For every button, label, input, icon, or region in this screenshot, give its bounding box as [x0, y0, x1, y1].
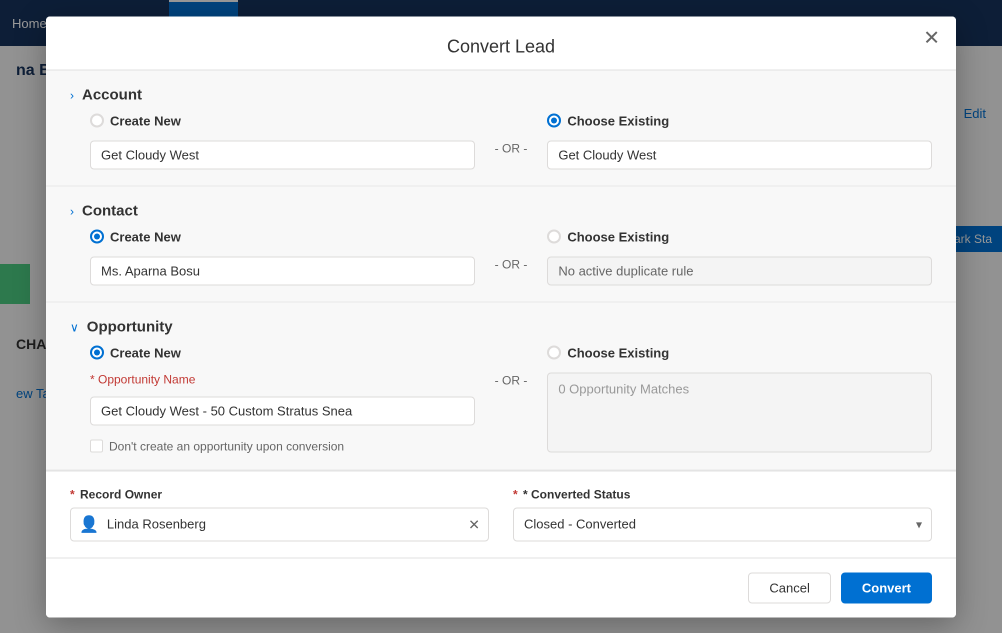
contact-existing-group: Choose Existing: [547, 229, 932, 285]
contact-create-group: Create New: [90, 229, 475, 285]
record-owner-input[interactable]: 👤 Linda Rosenberg ✕: [70, 507, 489, 541]
account-existing-radio-row[interactable]: Choose Existing: [547, 113, 932, 128]
contact-create-radio-row[interactable]: Create New: [90, 229, 475, 244]
opportunity-section: ∨ Opportunity Create New * Opportunity N…: [46, 302, 956, 470]
account-create-label: Create New: [110, 113, 181, 128]
converted-status-group: * * Converted Status Closed - Converted …: [513, 487, 932, 541]
modal-title: Convert Lead: [447, 36, 555, 56]
contact-section-content: Create New - OR - Choose Existing: [90, 229, 932, 285]
record-owner-label: * Record Owner: [70, 487, 489, 501]
account-section-title: Account: [82, 86, 172, 103]
contact-section-title: Contact: [82, 202, 172, 219]
contact-create-radio[interactable]: [90, 230, 104, 244]
opportunity-or-divider: - OR -: [475, 345, 548, 387]
account-existing-label: Choose Existing: [567, 113, 669, 128]
opportunity-name-input[interactable]: [90, 396, 475, 425]
account-create-radio[interactable]: [90, 114, 104, 128]
contact-create-label: Create New: [110, 229, 181, 244]
account-create-group: Create New: [90, 113, 475, 169]
modal-header: Convert Lead ✕: [46, 16, 956, 70]
converted-status-label: * * Converted Status: [513, 487, 932, 501]
account-create-radio-row[interactable]: Create New: [90, 113, 475, 128]
account-existing-group: Choose Existing: [547, 113, 932, 169]
converted-status-select-wrapper: Closed - Converted Open Working ▾: [513, 507, 932, 541]
clear-record-owner-button[interactable]: ✕: [468, 517, 480, 531]
opportunity-create-radio-row[interactable]: Create New: [90, 345, 475, 360]
opportunity-create-label: Create New: [110, 345, 181, 360]
cancel-button[interactable]: Cancel: [748, 572, 830, 603]
opportunity-matches-box: 0 Opportunity Matches: [547, 372, 932, 452]
opp-name-label: * Opportunity Name: [90, 372, 475, 386]
close-button[interactable]: ✕: [923, 28, 940, 48]
person-icon: 👤: [79, 514, 99, 534]
record-owner-label-text: Record Owner: [80, 487, 162, 501]
opportunity-existing-radio-row[interactable]: Choose Existing: [547, 345, 932, 360]
opportunity-section-title: Opportunity: [87, 318, 177, 335]
opportunity-existing-label: Choose Existing: [567, 345, 669, 360]
opportunity-create-group: Create New * Opportunity Name Don't crea…: [90, 345, 475, 453]
opportunity-existing-group: Choose Existing 0 Opportunity Matches: [547, 345, 932, 452]
modal-body: › Account Create New - OR -: [46, 70, 956, 557]
record-owner-name: Linda Rosenberg: [107, 517, 460, 532]
account-section: › Account Create New - OR -: [46, 70, 956, 186]
account-section-content: Create New - OR - Choose Existing: [90, 113, 932, 169]
account-or-divider: - OR -: [475, 113, 548, 155]
account-create-input[interactable]: [90, 140, 475, 169]
dont-create-row: Don't create an opportunity upon convers…: [90, 439, 475, 453]
dont-create-label: Don't create an opportunity upon convers…: [109, 439, 344, 453]
account-section-header: › Account: [70, 86, 932, 103]
contact-section: › Contact Create New - OR -: [46, 186, 956, 302]
contact-section-header: › Contact: [70, 202, 932, 219]
dont-create-checkbox[interactable]: [90, 440, 103, 453]
contact-existing-radio-row[interactable]: Choose Existing: [547, 229, 932, 244]
opportunity-section-content: Create New * Opportunity Name Don't crea…: [90, 345, 932, 453]
bottom-fields: * Record Owner 👤 Linda Rosenberg ✕ * * C…: [46, 470, 956, 557]
contact-or-divider: - OR -: [475, 229, 548, 271]
opportunity-create-radio[interactable]: [90, 346, 104, 360]
opportunity-section-header: ∨ Opportunity: [70, 318, 932, 335]
contact-existing-input[interactable]: [547, 256, 932, 285]
account-existing-radio[interactable]: [547, 114, 561, 128]
converted-status-label-text: * Converted Status: [523, 487, 630, 501]
contact-toggle[interactable]: ›: [70, 204, 74, 218]
converted-status-select[interactable]: Closed - Converted Open Working: [513, 507, 932, 541]
account-toggle[interactable]: ›: [70, 88, 74, 102]
required-star: *: [513, 487, 518, 501]
account-existing-input[interactable]: [547, 140, 932, 169]
opportunity-existing-radio[interactable]: [547, 346, 561, 360]
convert-button[interactable]: Convert: [841, 572, 932, 603]
contact-existing-label: Choose Existing: [567, 229, 669, 244]
opportunity-toggle[interactable]: ∨: [70, 320, 79, 334]
record-owner-group: * Record Owner 👤 Linda Rosenberg ✕: [70, 487, 489, 541]
convert-lead-modal: Convert Lead ✕ › Account Create New: [46, 16, 956, 617]
required-star: *: [70, 487, 75, 501]
modal-footer: Cancel Convert: [46, 557, 956, 617]
contact-create-input[interactable]: [90, 256, 475, 285]
contact-existing-radio[interactable]: [547, 230, 561, 244]
